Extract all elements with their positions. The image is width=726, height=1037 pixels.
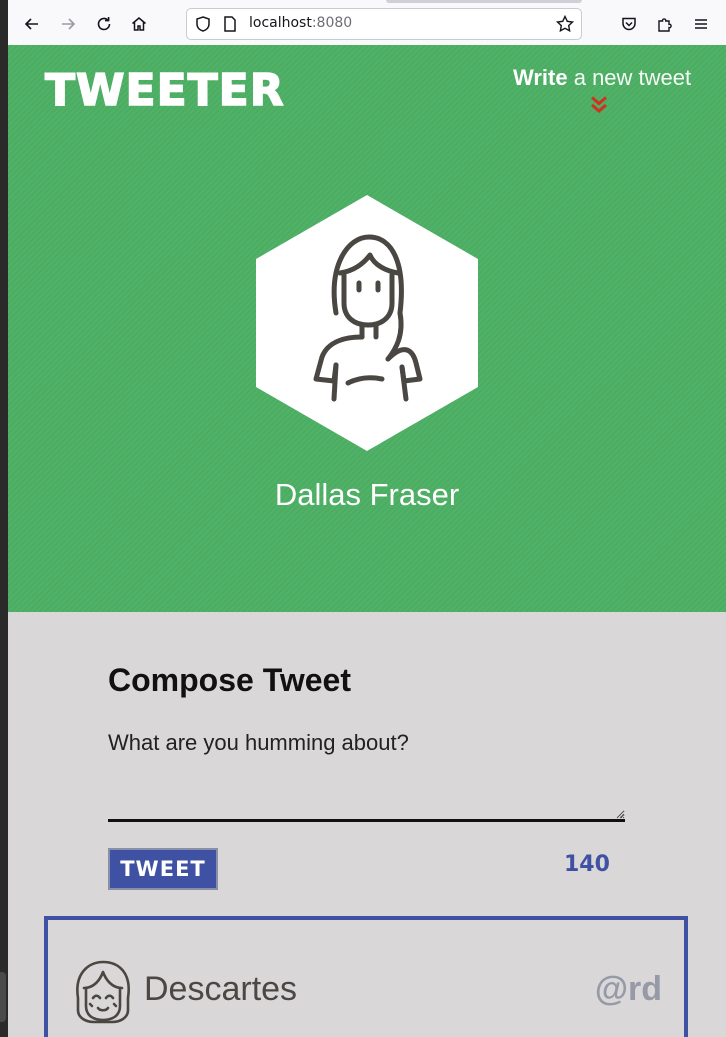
write-new-tweet-link[interactable]: Write a new tweet bbox=[513, 65, 691, 91]
pocket-icon bbox=[622, 17, 636, 31]
address-bar[interactable]: localhost:8080 bbox=[186, 8, 582, 40]
bookmark-star-icon[interactable] bbox=[555, 14, 575, 34]
pocket-button[interactable] bbox=[614, 9, 644, 39]
url-text[interactable]: localhost:8080 bbox=[249, 15, 352, 31]
page-icon[interactable] bbox=[221, 15, 239, 33]
tweet-article: Descartes @rd bbox=[44, 916, 688, 1037]
window-edge bbox=[0, 0, 8, 1037]
profile-avatar bbox=[256, 195, 478, 451]
tweet-submit-button[interactable]: TWEET bbox=[108, 848, 218, 890]
compose-title: Compose Tweet bbox=[108, 662, 351, 698]
site-logo[interactable]: TWEETER bbox=[44, 64, 285, 117]
extensions-button[interactable] bbox=[650, 9, 680, 39]
character-counter: 140 bbox=[564, 852, 610, 877]
write-label: Write bbox=[513, 65, 568, 90]
arrow-left-icon bbox=[24, 18, 38, 30]
browser-window: localhost:8080 TWEETER Write a new tweet bbox=[8, 0, 726, 1037]
home-icon bbox=[132, 17, 146, 31]
write-label-rest: a new tweet bbox=[567, 65, 692, 90]
double-chevron-down-icon[interactable] bbox=[589, 95, 609, 115]
back-button[interactable] bbox=[17, 9, 47, 39]
tweet-author-handle: @rd bbox=[594, 970, 662, 1008]
profile-name: Dallas Fraser bbox=[274, 477, 460, 512]
home-button[interactable] bbox=[124, 9, 154, 39]
browser-toolbar: localhost:8080 bbox=[8, 0, 726, 46]
menu-button[interactable] bbox=[686, 9, 716, 39]
shield-icon[interactable] bbox=[194, 15, 212, 33]
page-header: TWEETER Write a new tweet Dallas Fraser bbox=[8, 45, 726, 612]
main-content: Compose Tweet TWEET 140 Descartes @rd bbox=[8, 612, 726, 1037]
tweet-author-avatar bbox=[76, 960, 130, 1024]
tweet-author-name: Descartes bbox=[144, 970, 298, 1008]
reload-icon bbox=[97, 17, 111, 31]
tab-strip-indicator bbox=[386, 0, 582, 3]
arrow-right-icon bbox=[62, 18, 76, 30]
puzzle-icon bbox=[658, 18, 672, 32]
forward-button[interactable] bbox=[53, 9, 83, 39]
resize-grip-icon[interactable] bbox=[615, 809, 625, 819]
hamburger-menu-icon bbox=[695, 19, 707, 29]
tweet-textarea[interactable] bbox=[108, 730, 625, 822]
reload-button[interactable] bbox=[89, 9, 119, 39]
window-edge-handle bbox=[0, 972, 6, 1022]
